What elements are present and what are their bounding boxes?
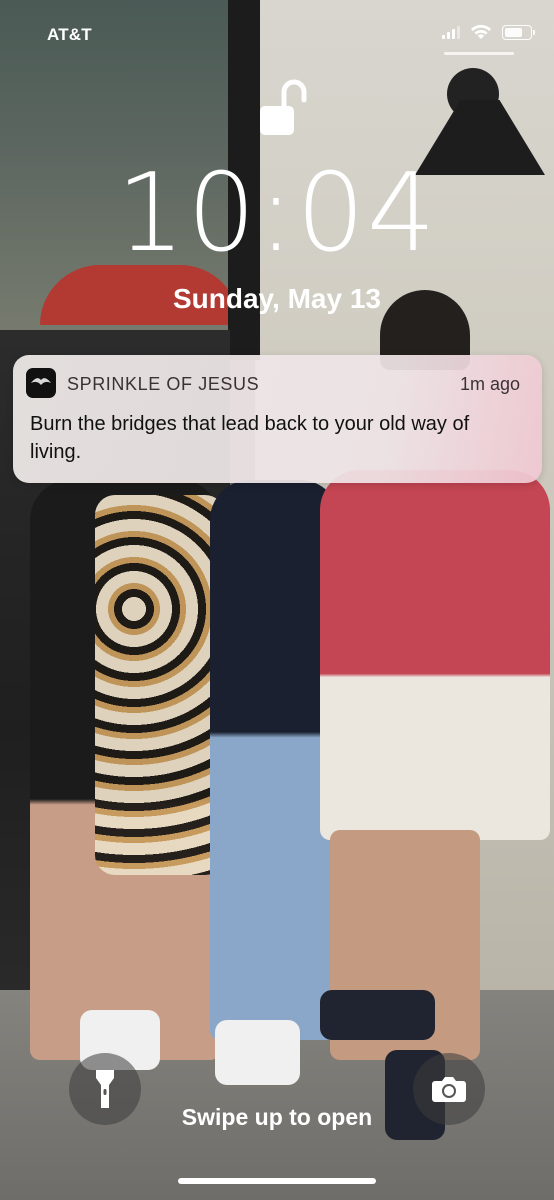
home-indicator[interactable] xyxy=(178,1178,376,1184)
clock-date: Sunday, May 13 xyxy=(172,283,381,314)
signal-icon xyxy=(442,25,460,39)
carrier-label: AT&T xyxy=(47,25,92,44)
camera-icon xyxy=(432,1077,466,1102)
status-icons xyxy=(442,24,535,40)
unlocked-padlock-icon xyxy=(260,79,307,135)
notification-card[interactable]: SPRINKLE OF JESUS 1m ago Burn the bridge… xyxy=(13,355,542,483)
notification-message: Burn the bridges that lead back to your … xyxy=(30,413,470,463)
status-bar: AT&T xyxy=(0,0,554,70)
swipe-up-hint: Swipe up to open xyxy=(181,1104,373,1130)
app-icon xyxy=(26,368,56,398)
control-center-grabber[interactable] xyxy=(444,52,514,55)
notification-timestamp: 1m ago xyxy=(459,374,520,394)
notification-app-name: SPRINKLE OF JESUS xyxy=(67,374,260,394)
clock-time: 10:04 xyxy=(116,151,438,276)
wifi-icon xyxy=(471,24,491,39)
battery-icon xyxy=(502,24,535,40)
